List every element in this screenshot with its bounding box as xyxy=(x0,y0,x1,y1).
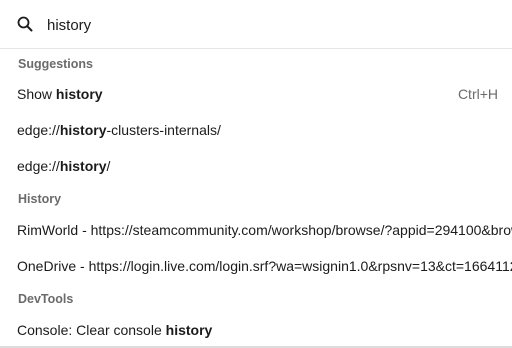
item-label: Console: Clear console history xyxy=(17,322,213,338)
command-palette: Suggestions Show history Ctrl+H edge://h… xyxy=(0,0,512,348)
section-header-devtools: DevTools xyxy=(18,292,74,306)
item-label: edge://history/ xyxy=(17,158,111,174)
section-header-history: History xyxy=(18,192,62,206)
item-label: OneDrive - https://login.live.com/login.… xyxy=(17,258,512,274)
history-item-onedrive[interactable]: OneDrive - https://login.live.com/login.… xyxy=(0,251,512,283)
item-label: RimWorld - https://steamcommunity.com/wo… xyxy=(17,222,512,238)
search-bar xyxy=(0,0,512,49)
suggestion-show-history[interactable]: Show history Ctrl+H xyxy=(0,79,512,111)
section-header-suggestions: Suggestions xyxy=(18,57,94,71)
search-input[interactable] xyxy=(47,14,487,36)
suggestion-edge-history[interactable]: edge://history/ xyxy=(0,151,512,183)
item-label: Show history xyxy=(17,86,103,102)
keyboard-shortcut: Ctrl+H xyxy=(457,86,498,102)
devtools-item-clear-console-history[interactable]: Console: Clear console history xyxy=(0,315,512,347)
suggestion-history-clusters-internals[interactable]: edge://history-clusters-internals/ xyxy=(0,115,512,147)
item-label: edge://history-clusters-internals/ xyxy=(17,122,221,138)
search-icon xyxy=(17,16,33,32)
history-item-rimworld[interactable]: RimWorld - https://steamcommunity.com/wo… xyxy=(0,215,512,247)
